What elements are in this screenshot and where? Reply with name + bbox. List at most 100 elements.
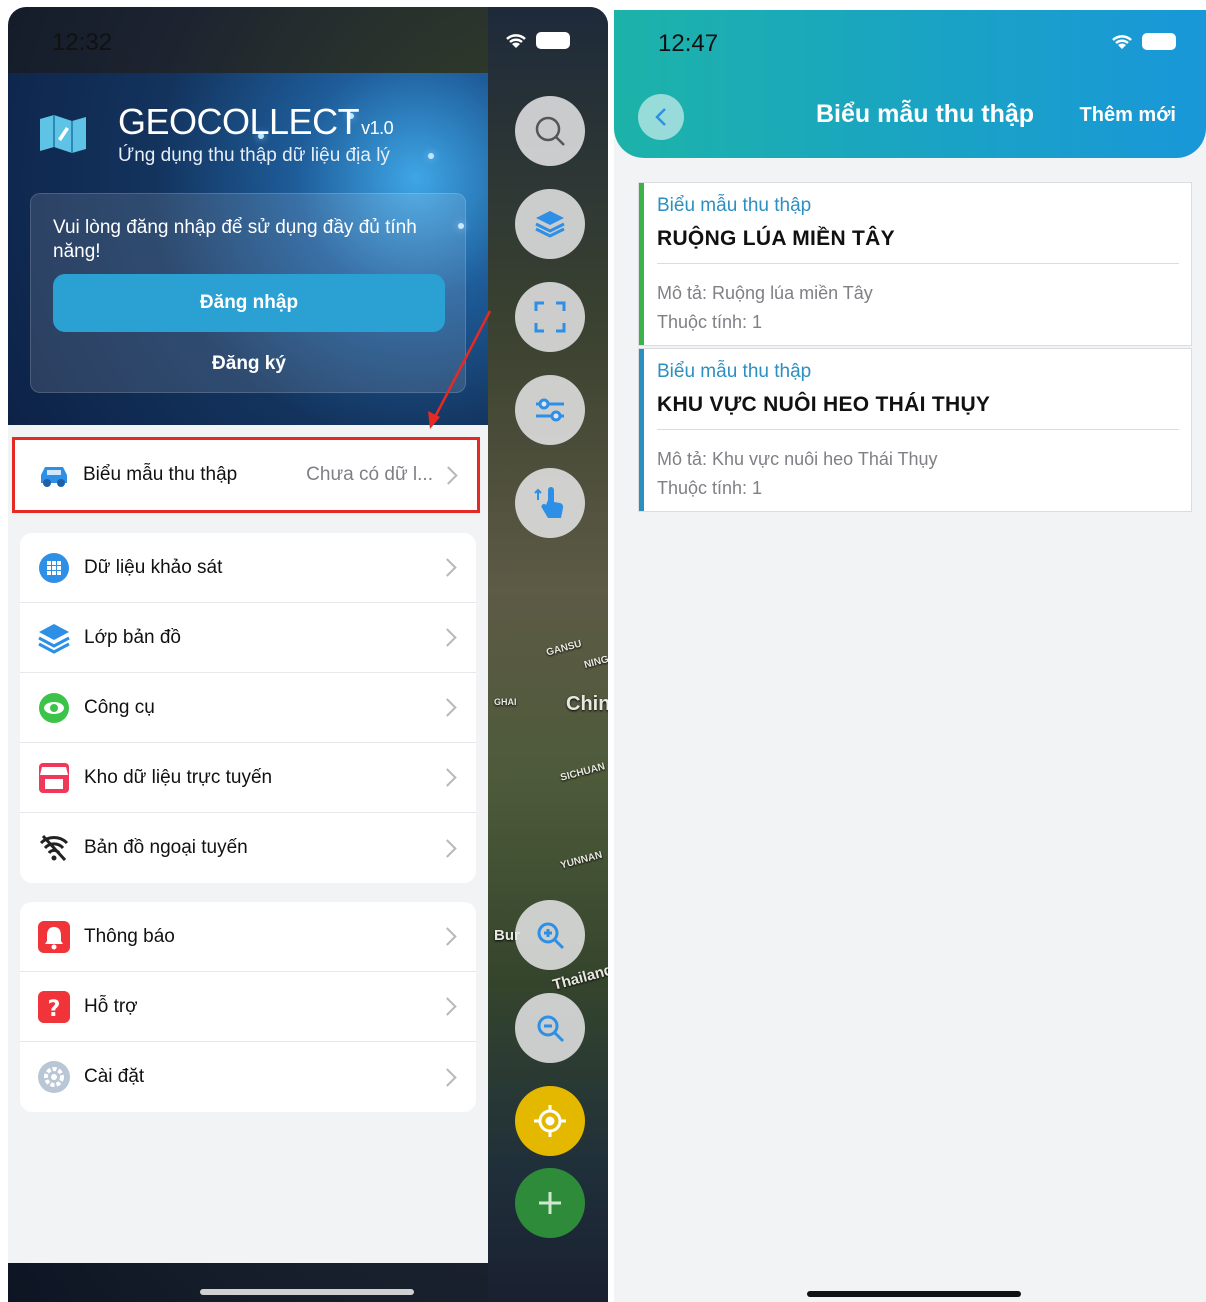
- map-label-sichuan: SICHUAN: [559, 761, 607, 784]
- add-button[interactable]: [515, 1168, 585, 1238]
- menu-label: Lớp bản đồ: [84, 626, 181, 648]
- menu-value: Chưa có dữ l...: [306, 464, 433, 485]
- home-indicator: [807, 1291, 1021, 1297]
- filter-button[interactable]: [515, 375, 585, 445]
- left-phone-screen: China GANSU NING SICHUAN YUNNAN Thailand…: [8, 7, 608, 1302]
- status-bar: 12:32: [8, 7, 608, 73]
- zoom-out-button[interactable]: [515, 993, 585, 1063]
- map-label-gansu: GANSU: [545, 638, 583, 659]
- menu-item-support[interactable]: ? Hỗ trợ: [20, 972, 476, 1042]
- annotation-arrow: [428, 310, 492, 429]
- card-title: RUỘNG LÚA MIỀN TÂY: [657, 227, 895, 250]
- menu-label: Biểu mẫu thu thập: [83, 464, 238, 485]
- settings-icon: [37, 1060, 71, 1094]
- menu-label: Thông báo: [84, 925, 175, 947]
- app-title-text: GEOCOLLECT: [118, 101, 360, 142]
- map-logo-icon: [40, 115, 86, 153]
- card-accent-bar: [639, 183, 644, 345]
- zoom-in-icon: [537, 922, 565, 950]
- menu-label: Công cụ: [84, 696, 155, 718]
- drawer-header: GEOCOLLECT v1.0 Ứng dụng thu thập dữ liệu…: [8, 73, 488, 425]
- card-attributes: Thuộc tính: 1: [657, 312, 763, 332]
- wifi-icon: [1112, 35, 1132, 49]
- map-label-ning: NING: [583, 653, 608, 672]
- menu-label: Dữ liệu khảo sát: [84, 556, 223, 578]
- card-kicker: Biểu mẫu thu thập: [657, 361, 812, 382]
- menu-item-offline-maps[interactable]: Bản đồ ngoại tuyến: [20, 813, 476, 883]
- network-dot: [428, 153, 434, 159]
- form-card[interactable]: Biểu mẫu thu thập KHU VỰC NUÔI HEO THÁI …: [638, 348, 1192, 512]
- wifi-icon: [506, 34, 526, 48]
- chevron-right-icon: [438, 768, 457, 787]
- menu-label: Kho dữ liệu trực tuyến: [84, 766, 273, 788]
- layers-icon: [37, 621, 71, 655]
- chevron-right-icon: [438, 1067, 457, 1087]
- map-label-yunnan: YUNNAN: [559, 849, 604, 872]
- menu-label: Hỗ trợ: [84, 995, 138, 1017]
- menu-item-online-store[interactable]: Kho dữ liệu trực tuyến: [20, 743, 476, 813]
- login-message: Vui lòng đăng nhập để sử dụng đầy đủ tín…: [53, 217, 417, 262]
- layers-button[interactable]: [515, 189, 585, 259]
- form-card[interactable]: Biểu mẫu thu thập RUỘNG LÚA MIỀN TÂY Mô …: [638, 182, 1192, 346]
- battery-icon: [536, 31, 570, 49]
- touch-select-button[interactable]: [515, 468, 585, 538]
- menu-label: Bản đồ ngoại tuyến: [84, 837, 248, 858]
- hand-pointer-icon: [534, 487, 564, 518]
- status-time: 12:47: [658, 30, 719, 57]
- menu-item-survey-data[interactable]: Dữ liệu khảo sát: [20, 533, 476, 603]
- app-subtitle: Ứng dụng thu thập dữ liệu địa lý: [118, 145, 390, 166]
- chevron-right-icon: [438, 927, 457, 946]
- crosshair-icon: [534, 1105, 566, 1137]
- menu-item-collection-forms[interactable]: Biểu mẫu thu thập Chưa có dữ l...: [12, 437, 480, 513]
- side-drawer: GEOCOLLECT v1.0 Ứng dụng thu thập dữ liệu…: [8, 73, 488, 1263]
- search-icon: [535, 116, 565, 146]
- chevron-right-icon: [438, 558, 457, 577]
- search-button[interactable]: [515, 96, 585, 166]
- fullscreen-icon: [534, 301, 566, 333]
- zoom-out-icon: [537, 1015, 565, 1043]
- card-accent-bar: [639, 349, 644, 511]
- right-phone-screen: 12:47 Biểu mẫu thu thập Thêm mới Biểu mẫ…: [614, 10, 1206, 1302]
- menu-group-system: Thông báo ? Hỗ trợ Cài đặt: [20, 902, 476, 1112]
- home-indicator: [200, 1289, 414, 1295]
- chevron-right-icon: [438, 997, 457, 1016]
- menu-group-data: Dữ liệu khảo sát Lớp bản đồ Công cụ Kho …: [20, 533, 476, 883]
- zoom-in-button[interactable]: [515, 900, 585, 970]
- plus-icon: [539, 1192, 561, 1214]
- app-title: GEOCOLLECT v1.0: [118, 101, 394, 143]
- status-time: 12:32: [52, 29, 113, 56]
- eye-icon: [37, 691, 71, 725]
- card-divider: [657, 429, 1179, 430]
- register-button[interactable]: Đăng ký: [53, 344, 445, 384]
- card-divider: [657, 263, 1179, 264]
- help-icon: ?: [37, 990, 71, 1024]
- menu-item-notifications[interactable]: Thông báo: [20, 902, 476, 972]
- fullscreen-button[interactable]: [515, 282, 585, 352]
- menu-label: Cài đặt: [84, 1066, 145, 1087]
- battery-icon: [1142, 32, 1176, 50]
- chevron-right-icon: [439, 465, 458, 485]
- sliders-icon: [536, 398, 564, 422]
- map-label-china: China: [566, 693, 608, 715]
- chevron-right-icon: [438, 628, 457, 647]
- status-icons: [504, 31, 570, 49]
- card-title: KHU VỰC NUÔI HEO THÁI THỤY: [657, 393, 991, 416]
- svg-text:?: ?: [48, 997, 61, 1022]
- store-icon: [37, 761, 71, 795]
- menu-item-map-layers[interactable]: Lớp bản đồ: [20, 603, 476, 673]
- wifi-off-icon: [37, 831, 71, 865]
- login-button[interactable]: Đăng nhập: [53, 274, 445, 332]
- nav-header: 12:47 Biểu mẫu thu thập Thêm mới: [614, 10, 1206, 158]
- map-label-ghai: GHAI: [494, 697, 517, 707]
- card-description: Mô tả: Khu vực nuôi heo Thái Thụy: [657, 449, 938, 469]
- card-description: Mô tả: Ruộng lúa miền Tây: [657, 283, 873, 303]
- car-icon: [37, 458, 71, 492]
- card-kicker: Biểu mẫu thu thập: [657, 195, 812, 216]
- add-new-button[interactable]: Thêm mới: [1080, 104, 1176, 127]
- menu-item-settings[interactable]: Cài đặt: [20, 1042, 476, 1112]
- chevron-right-icon: [438, 698, 457, 717]
- menu-item-tools[interactable]: Công cụ: [20, 673, 476, 743]
- grid-icon: [37, 551, 71, 585]
- locate-button[interactable]: [515, 1086, 585, 1156]
- status-icons: [1110, 32, 1176, 50]
